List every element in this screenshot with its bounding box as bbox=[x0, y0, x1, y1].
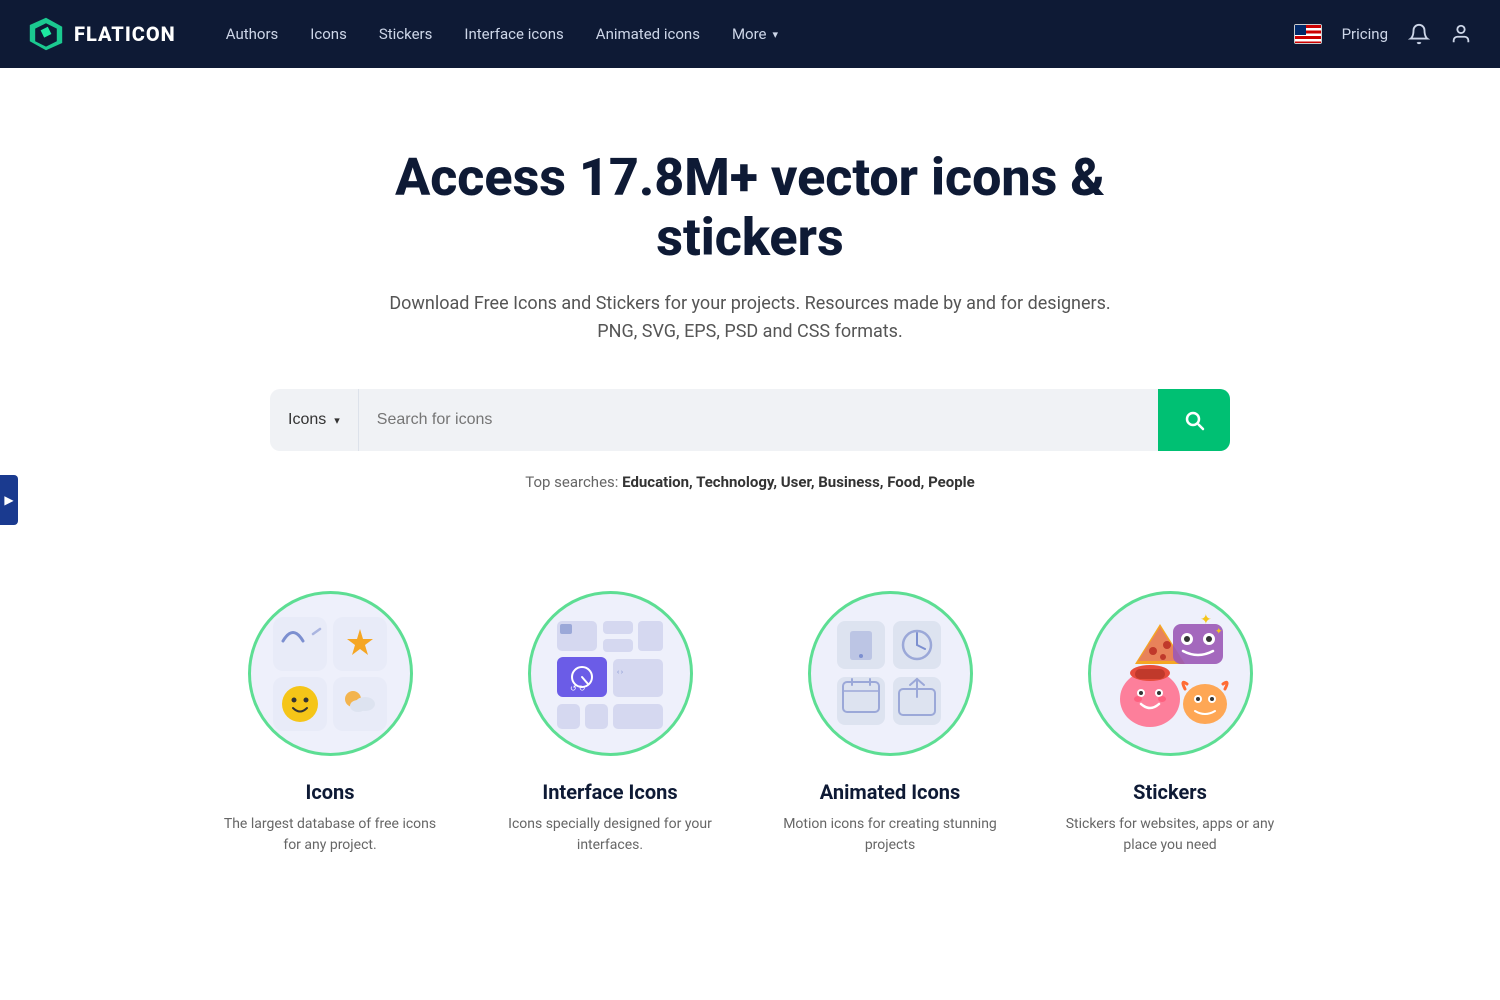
hero-title: Access 17.8M+ vector icons & stickers bbox=[300, 148, 1200, 268]
search-icon bbox=[1182, 408, 1206, 432]
category-desc-icons: The largest database of free icons for a… bbox=[220, 814, 440, 856]
search-category-dropdown[interactable]: Icons ▾ bbox=[270, 389, 359, 451]
category-card-animated[interactable]: Animated Icons Motion icons for creating… bbox=[780, 591, 1000, 856]
nav-stickers[interactable]: Stickers bbox=[365, 17, 447, 51]
hero-subtitle: Download Free Icons and Stickers for you… bbox=[20, 290, 1480, 348]
category-title-stickers: Stickers bbox=[1133, 780, 1207, 804]
category-card-stickers[interactable]: ✦ ✦ bbox=[1060, 591, 1280, 856]
category-card-interface[interactable]: ↺ ↻ ‹ › Interface Icons Icons specially … bbox=[500, 591, 720, 856]
category-circle-stickers: ✦ ✦ bbox=[1088, 591, 1253, 756]
search-input[interactable] bbox=[359, 389, 1158, 451]
category-title-animated: Animated Icons bbox=[820, 780, 961, 804]
category-circle-animated bbox=[808, 591, 973, 756]
category-circle-icons bbox=[248, 591, 413, 756]
search-bar: Icons ▾ bbox=[270, 389, 1230, 451]
categories-section: Icons The largest database of free icons… bbox=[0, 551, 1500, 936]
nav-links: Authors Icons Stickers Interface icons A… bbox=[212, 17, 1294, 51]
nav-authors[interactable]: Authors bbox=[212, 17, 293, 51]
svg-text:✦: ✦ bbox=[1215, 627, 1223, 637]
chevron-down-icon: ▾ bbox=[773, 28, 779, 41]
notification-bell-icon[interactable] bbox=[1408, 23, 1430, 45]
top-searches: Top searches: Education, Technology, Use… bbox=[20, 473, 1480, 491]
hero-section: Access 17.8M+ vector icons & stickers Do… bbox=[0, 68, 1500, 551]
icons-illustration bbox=[265, 609, 395, 739]
logo[interactable]: FLATICON bbox=[28, 16, 176, 52]
category-title-icons: Icons bbox=[305, 780, 354, 804]
dropdown-chevron-icon: ▾ bbox=[334, 414, 340, 427]
pricing-link[interactable]: Pricing bbox=[1342, 25, 1388, 43]
nav-right: Pricing bbox=[1294, 23, 1472, 45]
nav-animated-icons[interactable]: Animated icons bbox=[582, 17, 714, 51]
language-flag[interactable] bbox=[1294, 24, 1322, 44]
navbar: FLATICON Authors Icons Stickers Interfac… bbox=[0, 0, 1500, 68]
category-desc-interface: Icons specially designed for your interf… bbox=[500, 814, 720, 856]
stickers-illustration: ✦ ✦ bbox=[1105, 609, 1235, 739]
nav-interface-icons[interactable]: Interface icons bbox=[450, 17, 577, 51]
category-desc-stickers: Stickers for websites, apps or any place… bbox=[1060, 814, 1280, 856]
logo-text: FLATICON bbox=[74, 22, 176, 46]
sidebar-toggle[interactable]: ▶ bbox=[0, 475, 18, 525]
category-title-interface: Interface Icons bbox=[542, 780, 677, 804]
animated-illustration bbox=[825, 609, 955, 739]
category-circle-interface: ↺ ↻ ‹ › bbox=[528, 591, 693, 756]
category-desc-animated: Motion icons for creating stunning proje… bbox=[780, 814, 1000, 856]
nav-more[interactable]: More ▾ bbox=[718, 17, 792, 51]
user-profile-icon[interactable] bbox=[1450, 23, 1472, 45]
interface-illustration: ↺ ↻ ‹ › bbox=[545, 609, 675, 739]
search-button[interactable] bbox=[1158, 389, 1230, 451]
svg-text:‹ ›: ‹ › bbox=[617, 668, 623, 676]
category-card-icons[interactable]: Icons The largest database of free icons… bbox=[220, 591, 440, 856]
svg-text:✦: ✦ bbox=[1200, 612, 1212, 628]
nav-icons[interactable]: Icons bbox=[296, 17, 361, 51]
svg-text:↺ ↻: ↺ ↻ bbox=[570, 684, 585, 693]
